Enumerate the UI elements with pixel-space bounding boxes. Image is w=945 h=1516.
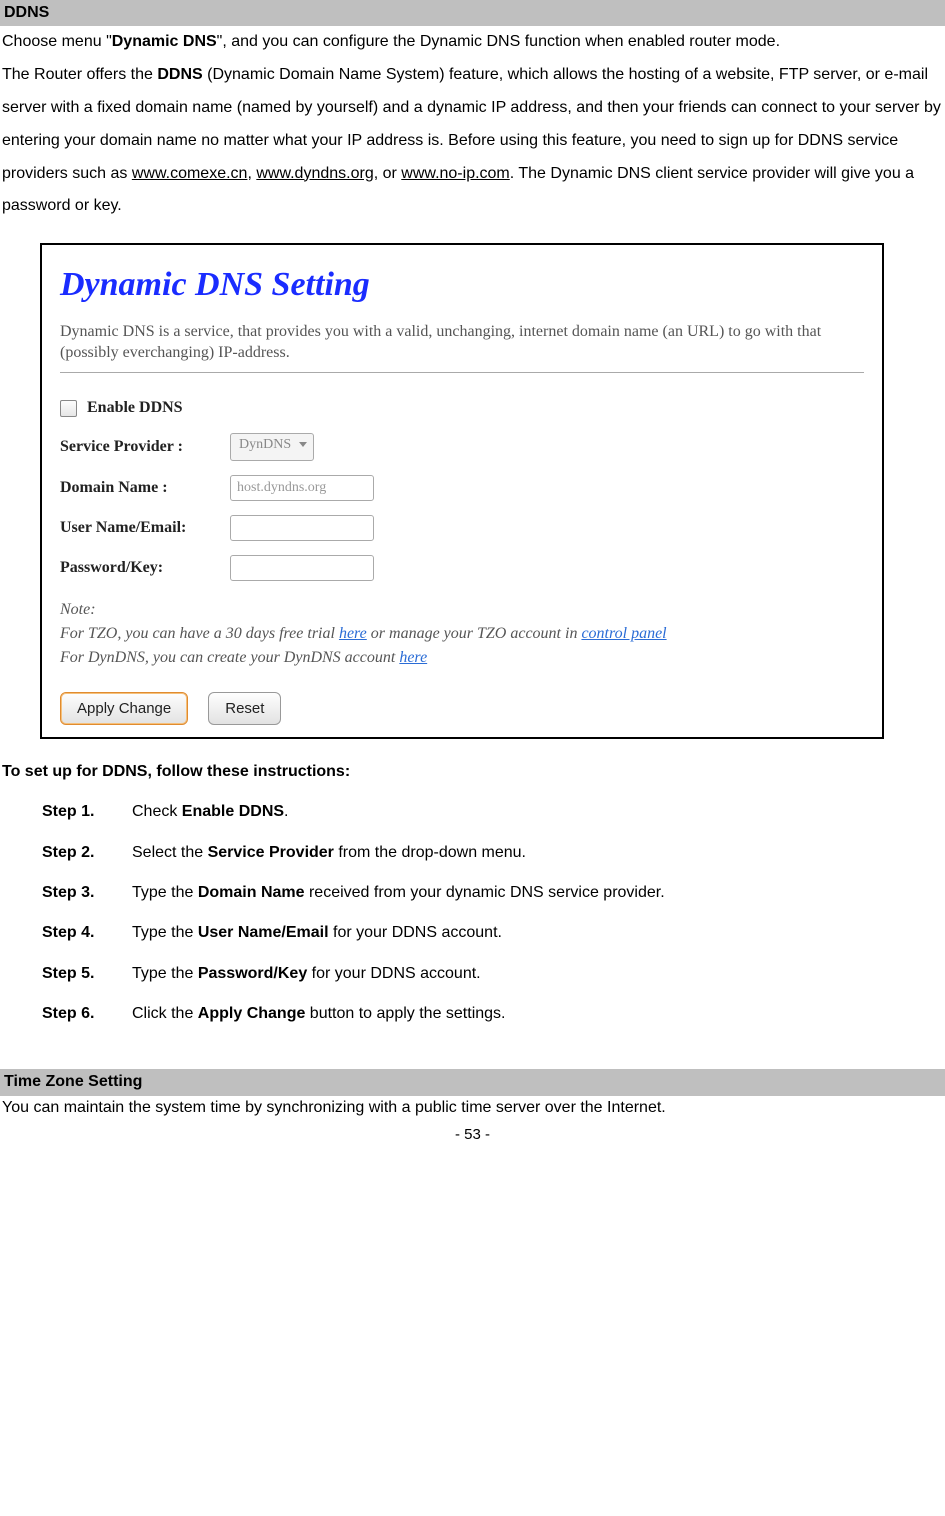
text: For DynDNS, you can create your DynDNS a… <box>60 649 399 666</box>
text: Check <box>132 803 182 820</box>
bold: Domain Name <box>198 884 305 901</box>
text: Type the <box>132 965 198 982</box>
service-provider-value: DynDNS <box>239 437 291 452</box>
bold: Apply Change <box>198 1005 306 1022</box>
link-comexe[interactable]: www.comexe.cn <box>132 165 248 182</box>
note-line-dyndns: For DynDNS, you can create your DynDNS a… <box>60 646 864 670</box>
domain-name-label: Domain Name : <box>60 477 230 499</box>
steps-list: Step 1. Check Enable DDNS. Step 2. Selec… <box>0 801 945 1025</box>
domain-name-input[interactable]: host.dyndns.org <box>230 475 374 501</box>
step-2: Step 2. Select the Service Provider from… <box>42 842 945 864</box>
password-label: Password/Key: <box>60 557 230 579</box>
password-input[interactable] <box>230 555 374 581</box>
button-row: Apply Change Reset <box>60 692 864 725</box>
text: Type the <box>132 884 198 901</box>
text: for your DDNS account. <box>329 924 502 941</box>
enable-ddns-row: Enable DDNS <box>60 397 864 419</box>
text: . <box>284 803 288 820</box>
step-5: Step 5. Type the Password/Key for your D… <box>42 963 945 985</box>
section-header-ddns: DDNS <box>0 0 945 26</box>
step-label: Step 4. <box>42 922 132 944</box>
intro-paragraph-2: The Router offers the DDNS (Dynamic Doma… <box>0 59 945 223</box>
step-text: Type the Domain Name received from your … <box>132 882 665 904</box>
bold: Enable DDNS <box>182 803 284 820</box>
page-number: - 53 - <box>0 1124 945 1145</box>
username-row: User Name/Email: <box>60 515 864 541</box>
bold: User Name/Email <box>198 924 329 941</box>
shot-description: Dynamic DNS is a service, that provides … <box>60 321 864 364</box>
instructions-heading: To set up for DDNS, follow these instruc… <box>2 761 945 783</box>
reset-button[interactable]: Reset <box>208 692 281 725</box>
text: , <box>247 165 256 182</box>
note-line-tzo: For TZO, you can have a 30 days free tri… <box>60 622 864 646</box>
step-text: Select the Service Provider from the dro… <box>132 842 526 864</box>
service-provider-select[interactable]: DynDNS <box>230 433 314 461</box>
text: ", and you can configure the Dynamic DNS… <box>217 33 780 50</box>
username-input[interactable] <box>230 515 374 541</box>
divider <box>60 372 864 373</box>
step-text: Type the Password/Key for your DDNS acco… <box>132 963 481 985</box>
step-3: Step 3. Type the Domain Name received fr… <box>42 882 945 904</box>
link-dyndns-here[interactable]: here <box>399 649 427 666</box>
username-label: User Name/Email: <box>60 517 230 539</box>
password-row: Password/Key: <box>60 555 864 581</box>
intro-paragraph-1: Choose menu "Dynamic DNS", and you can c… <box>0 26 945 59</box>
text: Select the <box>132 844 208 861</box>
text: button to apply the settings. <box>305 1005 505 1022</box>
text: The Router offers the <box>2 66 157 83</box>
text: Type the <box>132 924 198 941</box>
chevron-down-icon <box>299 442 307 447</box>
text: or manage your TZO account in <box>367 625 582 642</box>
text: Choose menu " <box>2 33 112 50</box>
enable-ddns-label: Enable DDNS <box>87 397 183 419</box>
step-label: Step 6. <box>42 1003 132 1025</box>
step-4: Step 4. Type the User Name/Email for you… <box>42 922 945 944</box>
text: Click the <box>132 1005 198 1022</box>
text: received from your dynamic DNS service p… <box>305 884 665 901</box>
step-label: Step 1. <box>42 801 132 823</box>
shot-title: Dynamic DNS Setting <box>60 261 864 309</box>
apply-change-button[interactable]: Apply Change <box>60 692 188 725</box>
link-noip[interactable]: www.no-ip.com <box>401 165 509 182</box>
step-label: Step 5. <box>42 963 132 985</box>
text: for your DDNS account. <box>307 965 480 982</box>
text: , or <box>374 165 402 182</box>
step-1: Step 1. Check Enable DDNS. <box>42 801 945 823</box>
domain-name-row: Domain Name : host.dyndns.org <box>60 475 864 501</box>
text: from the drop-down menu. <box>334 844 526 861</box>
link-tzo-here[interactable]: here <box>339 625 367 642</box>
service-provider-label: Service Provider : <box>60 436 230 458</box>
ddns-settings-screenshot: Dynamic DNS Setting Dynamic DNS is a ser… <box>40 243 884 739</box>
bold: Service Provider <box>208 844 334 861</box>
link-tzo-control-panel[interactable]: control panel <box>581 625 666 642</box>
step-text: Click the Apply Change button to apply t… <box>132 1003 506 1025</box>
enable-ddns-checkbox[interactable] <box>60 400 77 417</box>
timezone-text: You can maintain the system time by sync… <box>0 1096 945 1120</box>
link-dyndns[interactable]: www.dyndns.org <box>256 165 373 182</box>
step-label: Step 3. <box>42 882 132 904</box>
note-heading: Note: <box>60 599 864 621</box>
bold-ddns: DDNS <box>157 66 202 83</box>
step-label: Step 2. <box>42 842 132 864</box>
step-text: Check Enable DDNS. <box>132 801 289 823</box>
step-6: Step 6. Click the Apply Change button to… <box>42 1003 945 1025</box>
text: For TZO, you can have a 30 days free tri… <box>60 625 339 642</box>
step-text: Type the User Name/Email for your DDNS a… <box>132 922 502 944</box>
bold-dynamic-dns: Dynamic DNS <box>112 33 217 50</box>
service-provider-row: Service Provider : DynDNS <box>60 433 864 461</box>
section-header-timezone: Time Zone Setting <box>0 1069 945 1095</box>
bold: Password/Key <box>198 965 307 982</box>
